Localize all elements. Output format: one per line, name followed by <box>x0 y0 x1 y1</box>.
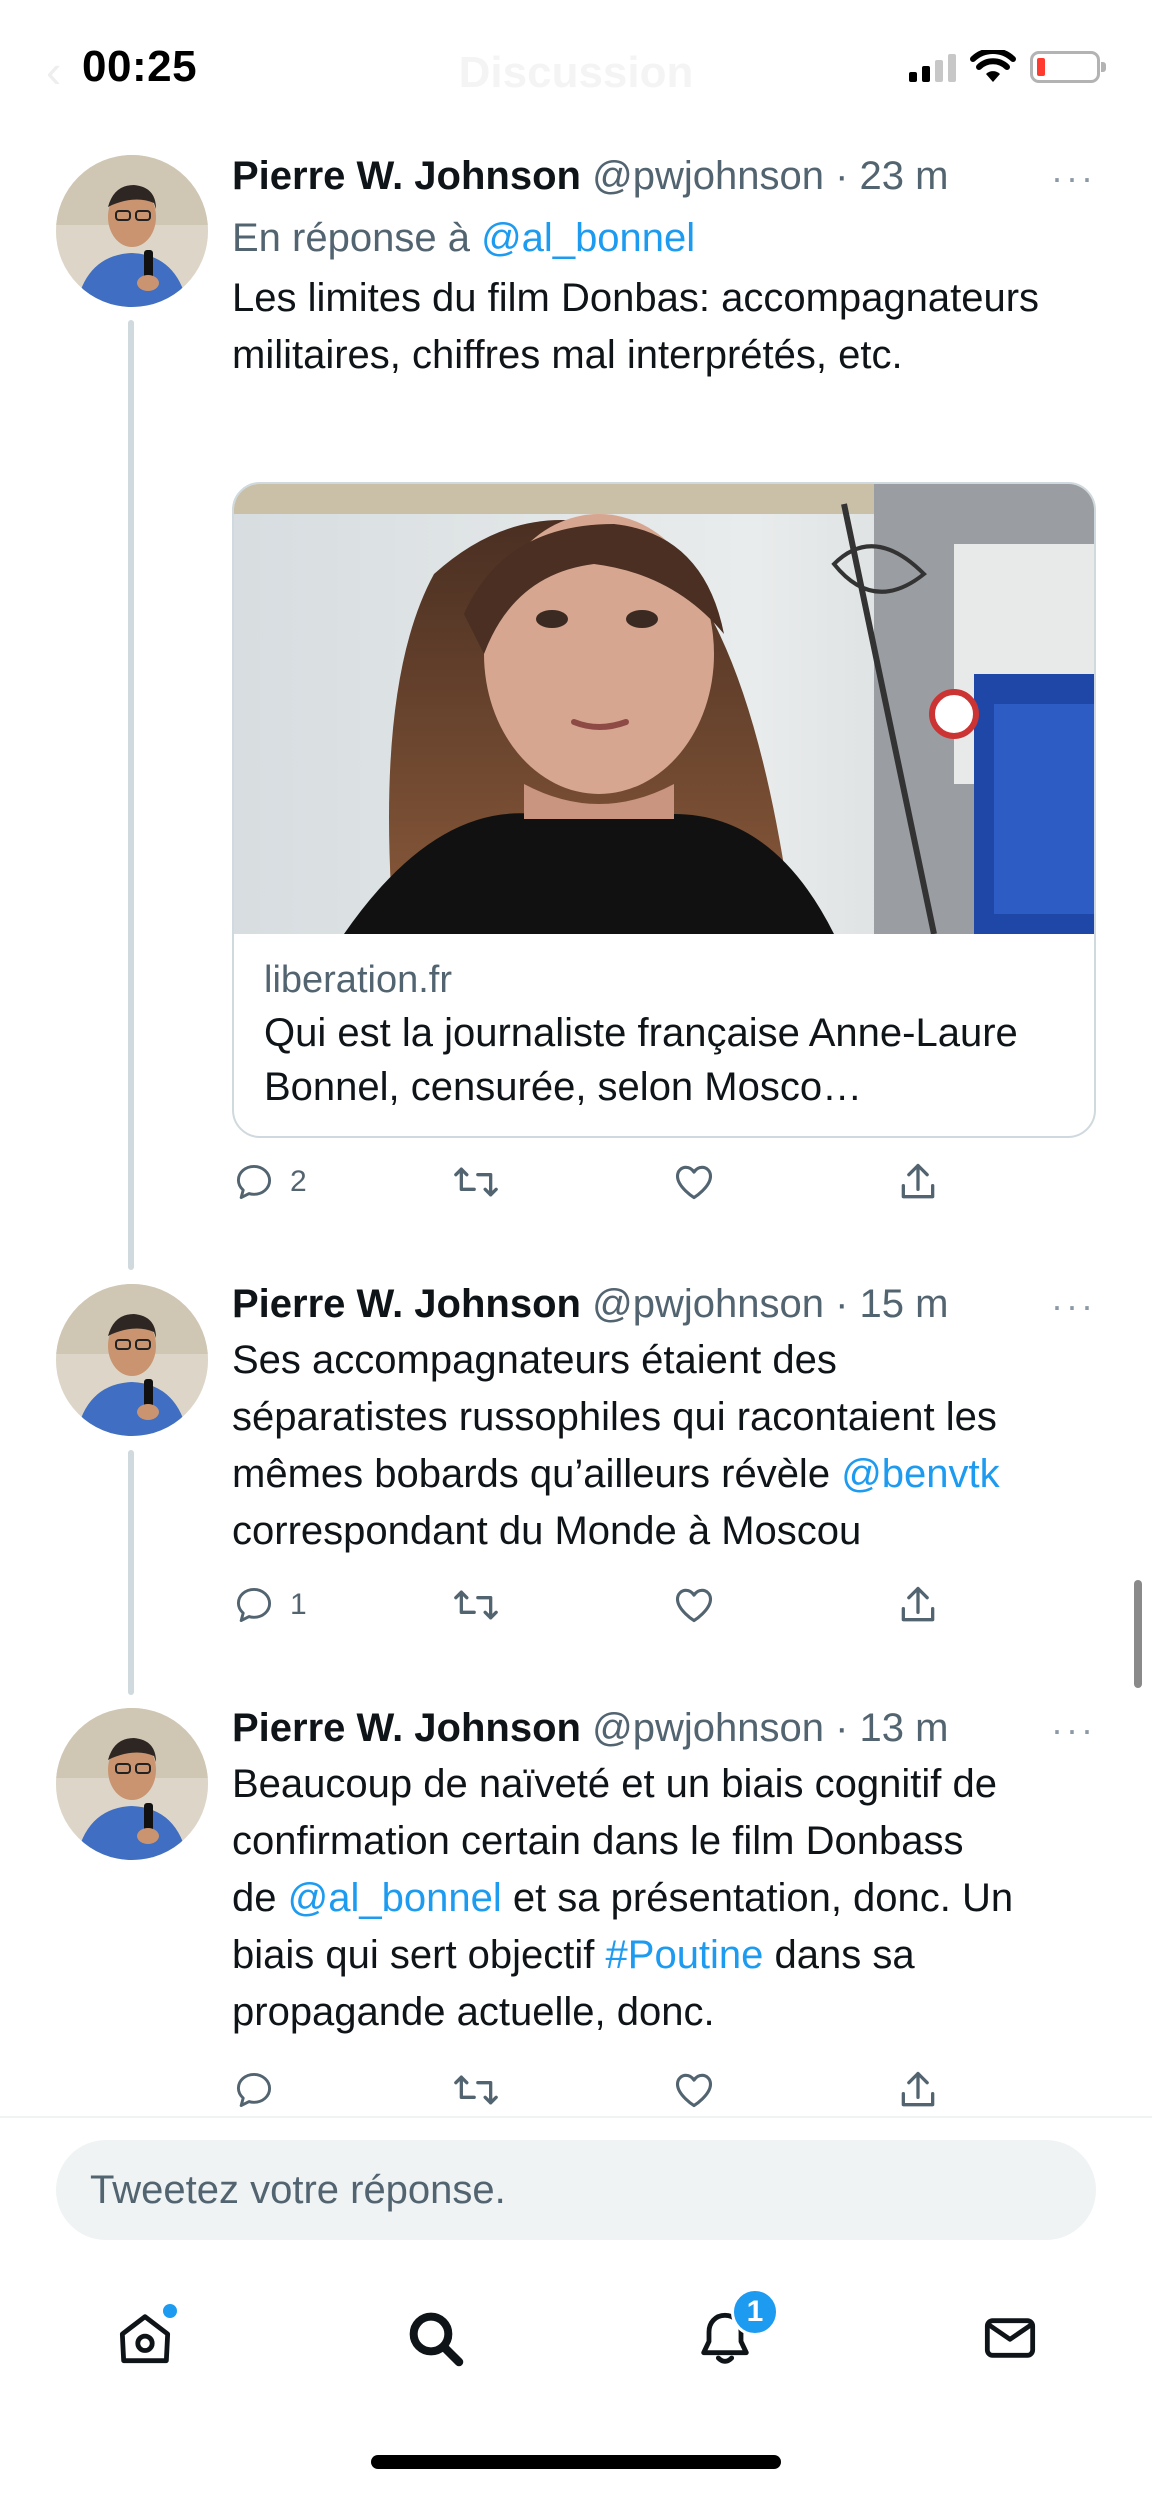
card-image <box>234 484 1094 934</box>
retweet-button[interactable] <box>452 1160 500 1204</box>
reply-button[interactable]: 1 <box>232 1583 307 1627</box>
thread-line <box>128 320 134 1270</box>
tweet-text-line: mêmes bobards qu’ailleurs révèle @benvtk <box>232 1446 1096 1503</box>
author-name[interactable]: Pierre W. Johnson <box>232 154 581 198</box>
tweet-text-fragment: mêmes bobards qu’ailleurs révèle <box>232 1452 842 1496</box>
tab-home[interactable] <box>105 2298 185 2378</box>
battery-icon <box>1030 51 1106 83</box>
heart-icon <box>675 1165 713 1200</box>
more-options-icon[interactable]: ··· <box>1051 1286 1096 1326</box>
tweet-header: Pierre W. Johnson @pwjohnson · 13 m <box>232 1702 1096 1754</box>
like-button[interactable] <box>672 1160 716 1204</box>
home-indicator <box>371 2455 781 2469</box>
tab-bar: 1 <box>0 2280 1152 2400</box>
share-button[interactable] <box>896 2068 940 2112</box>
tweet-text-fragment: et sa présentation, donc. Un <box>501 1876 1014 1920</box>
tweet-time[interactable]: 23 m <box>860 154 949 198</box>
tweet-text: Ses accompagnateurs étaient des séparati… <box>232 1332 1096 1560</box>
retweet-button[interactable] <box>452 2068 500 2112</box>
reply-prefix: En réponse à <box>232 216 470 260</box>
tweet-actions <box>232 2068 992 2118</box>
card-domain: liberation.fr <box>264 959 452 1001</box>
compose-placeholder: Tweetez votre réponse. <box>90 2167 506 2212</box>
avatar[interactable] <box>56 1284 208 1436</box>
heart-icon <box>675 1588 713 1623</box>
tweet-text-line: Ses accompagnateurs étaient des <box>232 1338 837 1382</box>
tweet-time[interactable]: 13 m <box>860 1706 949 1750</box>
reply-compose-input[interactable]: Tweetez votre réponse. <box>56 2140 1096 2240</box>
like-button[interactable] <box>672 1583 716 1627</box>
author-handle[interactable]: @pwjohnson <box>592 1706 824 1750</box>
search-icon <box>409 2312 464 2367</box>
signal-icon <box>909 52 956 82</box>
author-name[interactable]: Pierre W. Johnson <box>232 1282 581 1326</box>
tweet-text-line: confirmation certain dans le film Donbas… <box>232 1819 964 1863</box>
share-icon <box>901 2071 935 2107</box>
share-icon <box>901 1586 935 1622</box>
tweet-text-fragment: de <box>232 1876 288 1920</box>
scroll-indicator[interactable] <box>1134 1580 1142 1688</box>
home-new-dot <box>163 2304 177 2318</box>
reply-icon <box>236 1587 272 1623</box>
card-title: Qui est la journaliste française Anne-La… <box>264 1011 1018 1109</box>
like-button[interactable] <box>672 2068 716 2112</box>
tweet-text-fragment: dans sa <box>763 1933 915 1977</box>
avatar[interactable] <box>56 155 208 307</box>
author-handle[interactable]: @pwjohnson <box>592 154 824 198</box>
reply-count: 2 <box>290 1165 307 1198</box>
separator: · <box>835 1282 849 1326</box>
tweet-text: Beaucoup de naïveté et un biais cognitif… <box>232 1756 1096 2041</box>
author-handle[interactable]: @pwjohnson <box>592 1282 824 1326</box>
reply-icon <box>236 1164 272 1200</box>
compose-divider <box>0 2116 1152 2118</box>
tweet-text-line: de @al_bonnel et sa présentation, donc. … <box>232 1870 1096 1927</box>
tweet-time[interactable]: 15 m <box>860 1282 949 1326</box>
thread-line <box>128 1450 134 1695</box>
tweet-header: Pierre W. Johnson @pwjohnson · 15 m <box>232 1278 1096 1330</box>
share-button[interactable] <box>896 1583 940 1627</box>
retweet-icon <box>454 1590 498 1620</box>
tweet-text-line: Beaucoup de naïveté et un biais cognitif… <box>232 1762 997 1806</box>
reply-button[interactable]: 2 <box>232 1160 307 1204</box>
avatar[interactable] <box>56 1708 208 1860</box>
more-options-icon[interactable]: ··· <box>1051 158 1096 198</box>
separator: · <box>835 154 849 198</box>
reply-icon <box>236 2072 272 2108</box>
mention-link[interactable]: @benvtk <box>841 1452 999 1496</box>
reply-mention-link[interactable]: @al_bonnel <box>481 216 695 260</box>
retweet-icon <box>454 2075 498 2105</box>
reply-context: En réponse à @al_bonnel <box>232 210 1096 266</box>
reply-count: 1 <box>290 1588 307 1621</box>
mention-link[interactable]: @al_bonnel <box>288 1876 502 1920</box>
link-card[interactable]: liberation.fr Qui est la journaliste fra… <box>232 482 1096 1138</box>
tab-notifications[interactable]: 1 <box>685 2288 779 2378</box>
tab-search[interactable] <box>395 2298 475 2378</box>
hashtag-link[interactable]: #Poutine <box>606 1933 764 1977</box>
separator: · <box>835 1706 849 1750</box>
notification-badge: 1 <box>731 2288 779 2336</box>
tab-messages[interactable] <box>970 2298 1050 2378</box>
tweet-text: Les limites du film Donbas: accompagnate… <box>232 276 1040 377</box>
tweet-text-line: séparatistes russophiles qui racontaient… <box>232 1395 997 1439</box>
tweet-actions: 1 <box>232 1583 992 1643</box>
tweet-header: Pierre W. Johnson @pwjohnson · 23 m <box>232 150 1096 202</box>
status-bar: ‹ Discussion 00:25 <box>0 0 1152 140</box>
reply-button[interactable] <box>232 2068 276 2112</box>
author-name[interactable]: Pierre W. Johnson <box>232 1706 581 1750</box>
heart-icon <box>675 2073 713 2108</box>
status-time: 00:25 <box>82 42 198 91</box>
share-button[interactable] <box>896 1160 940 1204</box>
share-icon <box>901 1163 935 1199</box>
more-options-icon[interactable]: ··· <box>1051 1710 1096 1750</box>
retweet-icon <box>454 1167 498 1197</box>
wifi-icon <box>970 50 1016 82</box>
tweet-text-fragment: biais qui sert objectif <box>232 1933 606 1977</box>
tweet-text-line: propagande actuelle, donc. <box>232 1990 715 2034</box>
tweet-text-line: correspondant du Monde à Moscou <box>232 1509 862 1553</box>
messages-icon <box>984 2318 1036 2358</box>
tweet-actions: 2 <box>232 1160 992 1220</box>
tweet-text-line: biais qui sert objectif #Poutine dans sa <box>232 1927 1096 1984</box>
retweet-button[interactable] <box>452 1583 500 1627</box>
